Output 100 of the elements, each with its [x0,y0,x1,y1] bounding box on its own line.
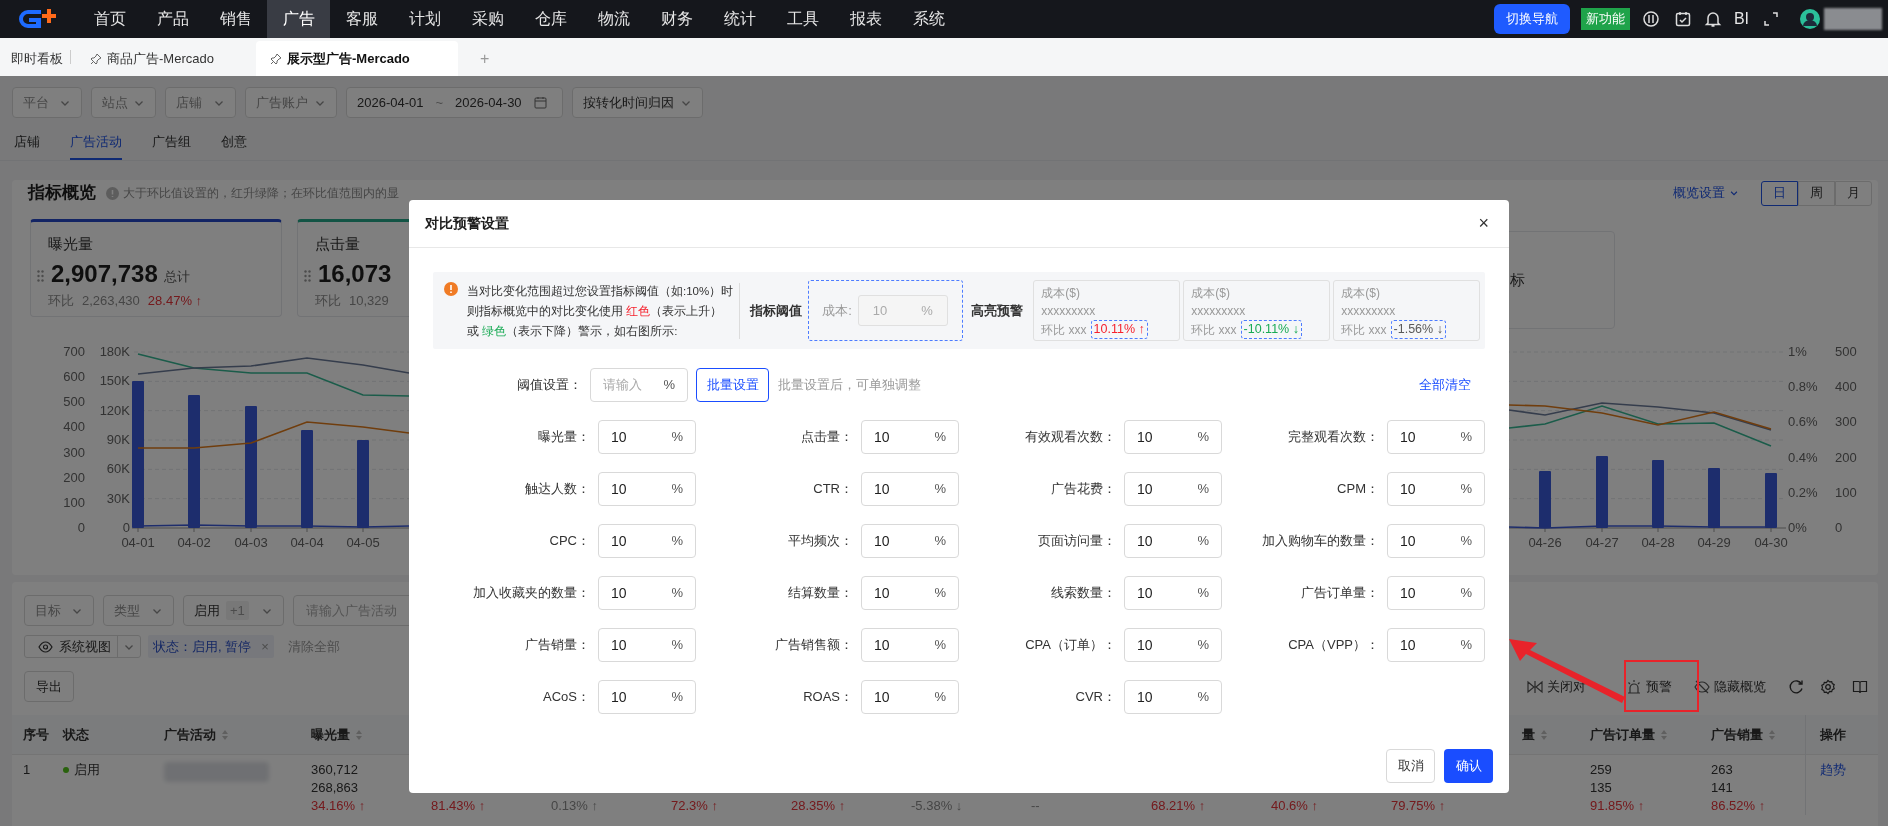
sample-compare: 环比 xxx [1191,321,1237,339]
table-cell-text: 1 [23,761,32,779]
metric-title: 点击量 [315,235,360,252]
change-badge: -1.56% ↓ [1390,320,1446,339]
axis-label: 300 [63,444,85,461]
metric-title: 标 [1510,271,1525,288]
threshold-label: 指标阈值 [750,301,803,320]
field-label: 触达人数： [524,480,591,499]
change-badge: 10.11% ↑ [1090,320,1148,339]
compare-value: 2,263,430 [82,292,140,310]
field-label: 点击量： [800,428,854,447]
change-value: 86.52% ↑ [1711,798,1766,813]
field-label: 平均频次： [787,532,854,551]
axis-label: 500 [63,394,85,411]
change-badge: -10.11% ↓ [1240,320,1302,339]
change-value: 28.35% ↑ [791,798,846,813]
change-value: 0.13% ↑ [551,798,598,813]
axis-label: 04-27 [1584,535,1620,551]
field-label: CPM： [1336,480,1380,499]
axis-label: 300 [1835,414,1857,431]
axis-label: 0.2% [1788,484,1818,501]
field-label: 曝光量： [537,428,591,447]
field-label: 页面访问量： [1037,532,1117,551]
field-label: 完整观看次数： [1287,428,1380,447]
sample-input-field: 10 % [857,295,948,326]
axis-label: 200 [1835,449,1857,466]
axis-label: 100 [1835,484,1857,501]
field-label: 加入购物车的数量： [1261,532,1380,551]
axis-label: 0.4% [1788,449,1818,466]
sample-title: 成本($) [1041,285,1081,302]
status-label: 启用 [74,761,100,779]
field-label: CVR： [1074,688,1117,707]
table-cell-text: 141 [1711,779,1734,797]
axis-label: 0.8% [1788,379,1818,396]
axis-label: 90K [106,432,130,448]
field-label: 线索数量： [1050,584,1117,603]
field-label: 广告花费： [1050,480,1117,499]
sample-compare: 环比 xxx [1041,321,1087,339]
change-value: 79.75% ↑ [1391,798,1446,813]
axis-label: 60K [106,461,130,478]
new-feature-badge: 新功能 [1580,8,1630,30]
sample-value: xxxxxxxxx [1041,303,1097,320]
compare-value: 10,329 [349,292,389,310]
sample-compare: 环比 xxx [1341,321,1387,339]
sample-value: xxxxxxxxx [1191,303,1247,320]
axis-label: 120K [99,402,130,419]
table-cell-text: 135 [1590,779,1613,797]
axis-label: 04-28 [1640,535,1676,551]
field-label: CPA（VPP）： [1287,636,1380,655]
field-label: 成本: [822,301,852,320]
field-label: 有效观看次数： [1024,428,1117,447]
change-value: -5.38% ↓ [911,798,963,813]
change-value: 81.43% ↑ [431,798,486,813]
axis-label: 180K [99,344,130,360]
axis-label: 500 [1835,344,1857,360]
change-value: 34.16% ↑ [311,798,366,813]
axis-label: 04-03 [233,535,269,551]
column-header: 序号 [23,726,49,745]
field-label: 广告销售额： [774,636,854,655]
axis-label: 04-29 [1696,535,1732,551]
axis-label: 200 [63,469,85,486]
field-label: 阈值设置： [516,376,583,395]
axis-label: 04-04 [289,535,325,551]
axis-label: 0 [1835,520,1843,536]
change-value: 28.47% ↑ [147,292,203,310]
axis-label: 600 [63,369,85,386]
metric-unit: 总计 [163,267,190,286]
axis-label: 0.6% [1788,414,1818,431]
change-value: 68.21% ↑ [1151,798,1206,813]
field-label: CPC： [548,532,591,551]
table-cell-text: 259 [1590,761,1613,779]
field-label: CTR： [812,480,854,499]
tag-label: 状态：启用, 暂停 [153,637,252,656]
field-label: 结算数量： [787,584,854,603]
change-value: 40.6% ↑ [1271,798,1318,813]
axis-label: 400 [1835,379,1857,396]
table-cell-text: 268,863 [311,779,359,797]
axis-label: 400 [63,419,85,436]
axis-label: 0 [122,520,130,536]
field-label: ACoS： [542,688,591,707]
change-value: 72.3% ↑ [671,798,718,813]
metric-value: 2,907,738 [51,259,158,289]
highlight-label: 高亮预警 [971,301,1024,320]
metric-value: 16,073 [318,259,392,289]
metric-title: 曝光量 [48,235,93,252]
axis-label: 30K [106,490,130,507]
field-label: CPA（订单）： [1024,636,1117,655]
axis-label: 04-26 [1527,535,1563,551]
axis-label: 100 [63,494,85,511]
dialog-title: 对比预警设置 [425,214,509,233]
column-header: 操作 [1820,726,1846,745]
axis-label: 1% [1788,344,1807,360]
sample-title: 成本($) [1191,285,1231,302]
change-value: 91.85% ↑ [1590,798,1645,813]
axis-label: 04-05 [345,535,381,551]
field-label: 广告销量： [524,636,591,655]
axis-label: 04-01 [120,535,156,551]
change-value: -- [1031,798,1040,813]
axis-label: 150K [99,373,130,390]
hint-text: 批量设置后，可单独调整 [778,376,921,395]
